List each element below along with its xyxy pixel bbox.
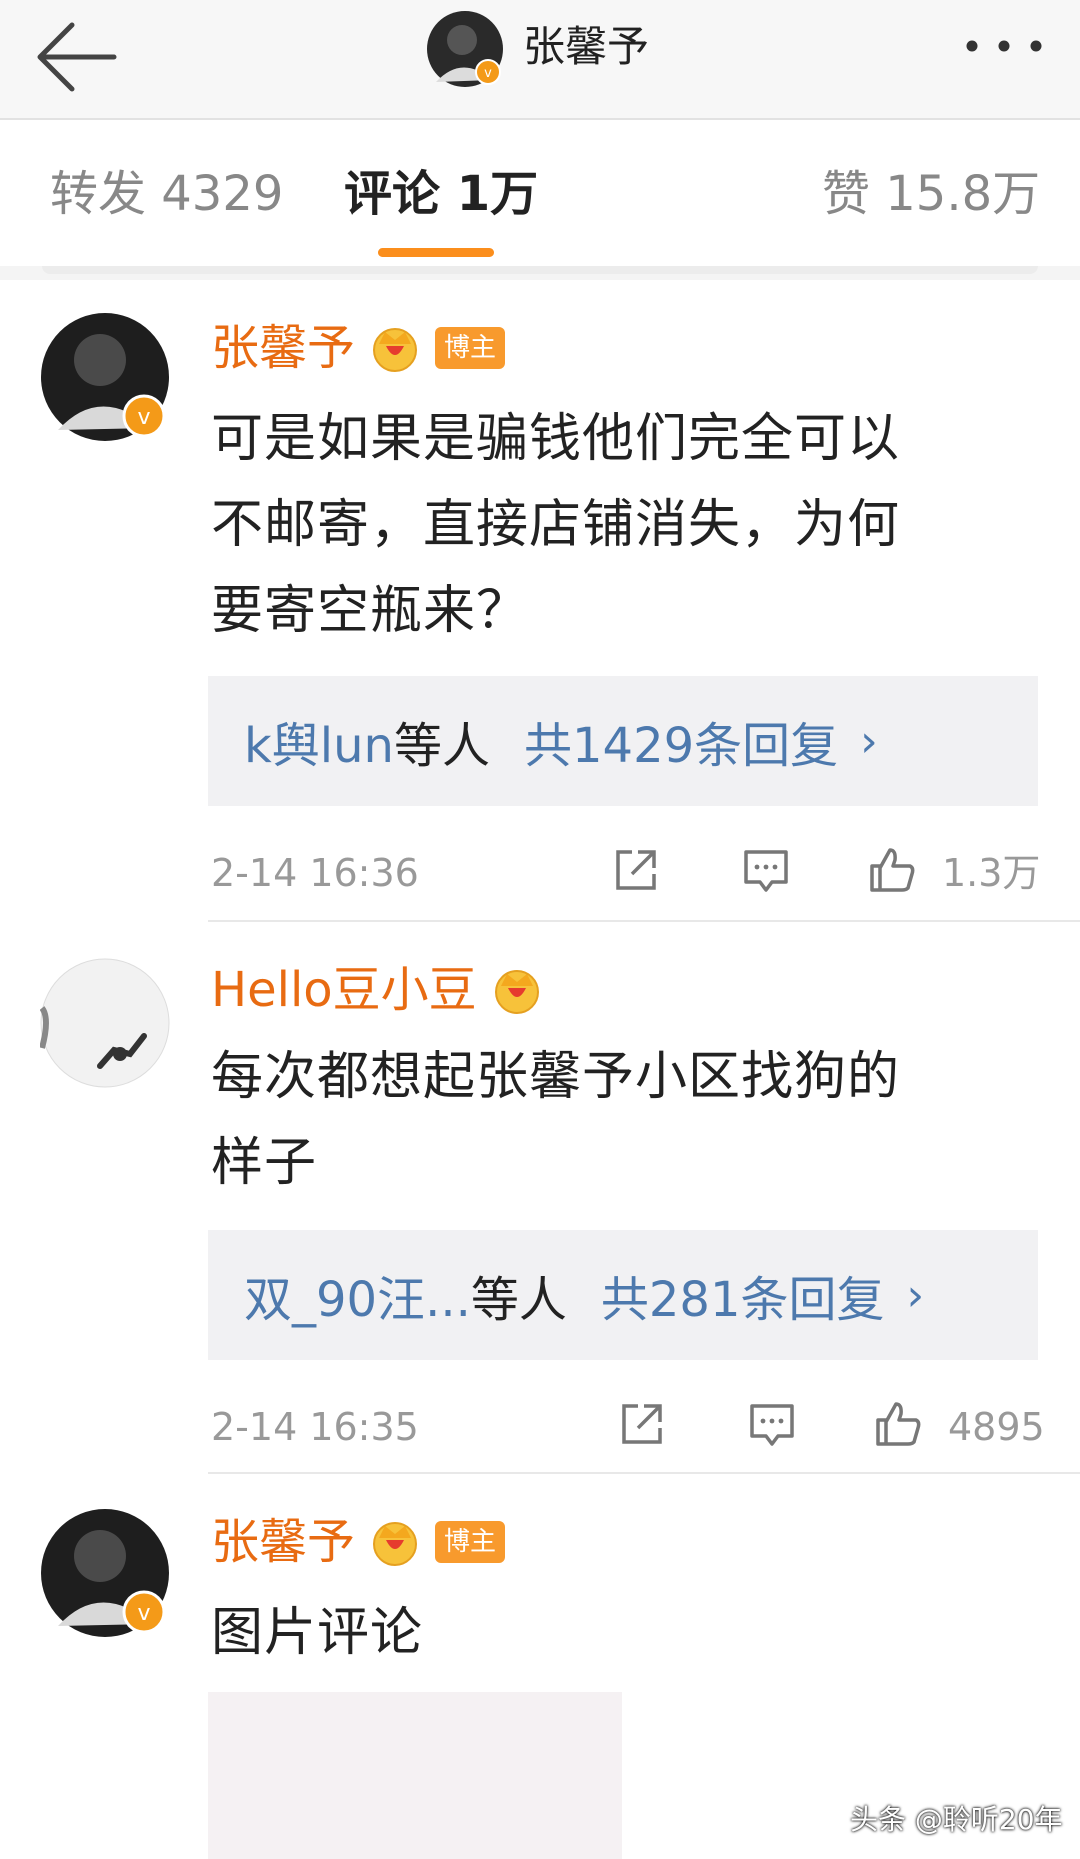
comment-meta: 2-14 16:35 4895 — [0, 1392, 1080, 1462]
share-icon[interactable] — [610, 844, 662, 896]
comment-separator — [208, 1472, 1080, 1474]
like-count: 4895 — [948, 1405, 1045, 1449]
reply-icon[interactable] — [746, 1398, 798, 1450]
page-title: 张馨予 — [523, 22, 650, 71]
reply-suffix: 等人 — [393, 718, 490, 774]
reply-summary[interactable]: k舆lun 等人 共1429条回复 › — [208, 676, 1038, 806]
thumb-up-icon[interactable] — [872, 1398, 924, 1450]
username[interactable]: Hello豆小豆 — [211, 958, 477, 1022]
header-avatar[interactable]: v — [426, 10, 504, 88]
comment-time: 2-14 16:35 — [211, 1405, 419, 1449]
section-divider — [0, 266, 1080, 280]
thumb-up-icon[interactable] — [866, 844, 918, 896]
tab-likes[interactable]: 赞 15.8万 — [822, 162, 1040, 226]
comment-meta: 2-14 16:36 1.3万 — [0, 838, 1080, 908]
reply-users[interactable]: 双_90汪... — [244, 1260, 471, 1330]
reply-count-link[interactable]: 共281条回复 — [601, 1260, 885, 1330]
top-bar: v 张馨予 — [0, 0, 1080, 120]
avatar[interactable]: v — [40, 1508, 170, 1638]
tab-reposts[interactable]: 转发 4329 — [50, 162, 283, 226]
watermark: 头条 @聆听20年 — [850, 1803, 1063, 1836]
more-dots-icon[interactable] — [958, 26, 1050, 66]
avatar[interactable]: v — [40, 312, 170, 442]
chevron-right-icon: › — [860, 715, 878, 767]
share-icon[interactable] — [616, 1398, 668, 1450]
crown-icon — [373, 328, 418, 372]
comment-text: 可是如果是骗钱他们完全可以 不邮寄，直接店铺消失，为何 要寄空瓶来？ — [211, 409, 901, 641]
host-badge: 博主 — [435, 327, 506, 369]
comment-text: 图片评论 — [211, 1603, 424, 1663]
chevron-right-icon: › — [906, 1269, 925, 1321]
avatar[interactable] — [40, 958, 170, 1088]
svg-text:v: v — [137, 1601, 150, 1626]
comment-separator — [208, 920, 1080, 922]
svg-text:v: v — [484, 66, 492, 81]
crown-icon — [373, 1522, 418, 1566]
reply-summary[interactable]: 双_90汪... 等人 共281条回复 › — [208, 1230, 1038, 1360]
back-arrow-icon[interactable] — [28, 12, 128, 102]
reply-count-link[interactable]: 共1429条回复 — [524, 706, 838, 776]
active-tab-indicator — [378, 248, 494, 257]
comment-time: 2-14 16:36 — [211, 851, 419, 895]
username[interactable]: 张馨予 — [211, 316, 355, 380]
tab-comments[interactable]: 评论 1万 — [344, 162, 538, 226]
reply-suffix: 等人 — [470, 1272, 567, 1328]
like-count: 1.3万 — [942, 851, 1041, 895]
svg-text:v: v — [137, 405, 150, 430]
tab-bar: 转发 4329 评论 1万 赞 15.8万 — [0, 120, 1080, 266]
username[interactable]: 张馨予 — [211, 1510, 355, 1574]
host-badge: 博主 — [435, 1521, 506, 1563]
crown-icon — [494, 970, 539, 1014]
comment-header: 张馨予 博主 — [211, 1510, 506, 1574]
comment-text: 每次都想起张馨予小区找狗的 样子 — [211, 1047, 901, 1193]
comment-header: Hello豆小豆 — [211, 958, 543, 1022]
comment-header: 张馨予 博主 — [211, 316, 506, 380]
reply-users[interactable]: k舆lun — [244, 706, 394, 776]
reply-icon[interactable] — [740, 844, 792, 896]
comment-image[interactable] — [208, 1692, 622, 1859]
